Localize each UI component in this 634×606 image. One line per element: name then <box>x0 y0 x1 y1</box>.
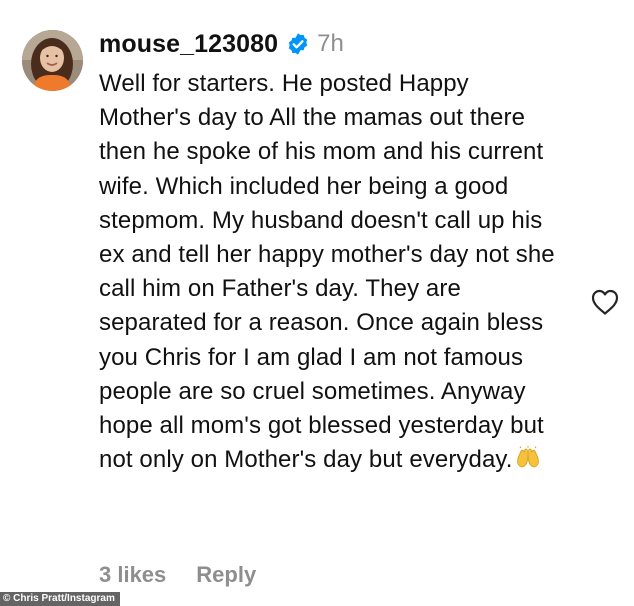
photo-credit: © Chris Pratt/Instagram <box>0 592 120 606</box>
likes-count[interactable]: 3 likes <box>99 562 166 588</box>
comment-header: mouse_123080 7h <box>99 24 569 64</box>
comment: mouse_123080 7h Well for starters. He po… <box>22 24 619 587</box>
raising-hands-emoji-icon <box>515 446 541 470</box>
username[interactable]: mouse_123080 <box>99 30 278 59</box>
verified-badge-icon <box>286 32 310 56</box>
avatar[interactable] <box>22 30 83 91</box>
comment-text: Well for starters. He posted Happy Mothe… <box>99 70 555 474</box>
avatar-image <box>22 30 83 91</box>
timestamp: 7h <box>317 30 344 57</box>
comment-text-block: Well for starters. He posted Happy Mothe… <box>99 67 561 477</box>
reply-button[interactable]: Reply <box>196 562 256 588</box>
comment-actions: 3 likes Reply <box>99 562 256 588</box>
like-button[interactable] <box>589 286 621 318</box>
heart-outline-icon <box>591 289 619 315</box>
comment-body: mouse_123080 7h Well for starters. He po… <box>99 24 569 477</box>
